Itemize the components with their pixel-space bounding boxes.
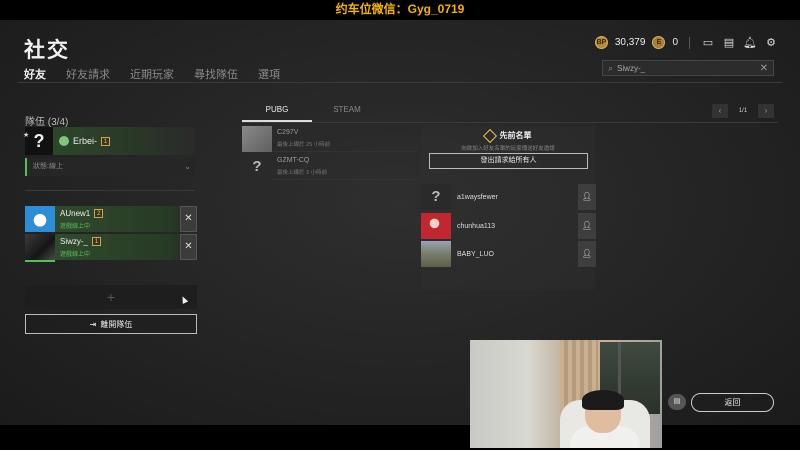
player-name: BABY_LUO: [457, 250, 494, 258]
status-dropdown[interactable]: 狀態:線上 ⌄: [25, 158, 195, 176]
party-title: 隊伍 (3/4): [25, 117, 69, 128]
add-friend-button[interactable]: 👤︎: [578, 241, 596, 267]
bp-coin-icon: BP: [594, 36, 608, 49]
previous-player-row[interactable]: ? a1waysfewer 👤︎: [421, 184, 596, 210]
prev-page-button[interactable]: ‹: [712, 104, 728, 118]
member-name: Siwzy-_: [60, 237, 89, 246]
news-icon[interactable]: ▤: [722, 37, 736, 49]
tab-friend-requests[interactable]: 好友請求: [66, 66, 110, 86]
e-amount: 0: [672, 37, 678, 48]
player-avatar: ?: [421, 184, 451, 210]
tab-steam[interactable]: STEAM: [312, 105, 382, 122]
party-member[interactable]: Siwzy-_ 1 遊戲線上中: [25, 234, 197, 260]
leader-avatar: ★ ?: [23, 127, 53, 155]
selection-indicator: [25, 260, 55, 262]
letterbox-bottom: [0, 425, 800, 450]
page-indicator: 1/1: [738, 108, 748, 114]
level-badge: 2: [94, 209, 104, 218]
panel-title: 先前名單: [499, 131, 532, 140]
member-status: 遊戲線上中: [60, 224, 91, 230]
panel-description: 向欲加入好友名單的玩家傳送好友邀請: [461, 146, 555, 152]
tab-bar: 好友 好友請求 近期玩家 尋找隊伍 選項: [24, 66, 300, 86]
party-member[interactable]: AUnew1 2 遊戲線上中: [25, 206, 197, 232]
search-box[interactable]: ⌕ ✕: [602, 60, 774, 76]
divider: [689, 36, 690, 49]
status-label: 狀態:線上: [33, 163, 63, 170]
friend-last-online: 最後上線於 25 小時前: [277, 142, 331, 148]
platform-tabs: PUBG STEAM: [242, 105, 382, 122]
clear-search-icon[interactable]: ✕: [760, 63, 768, 74]
search-input[interactable]: [617, 63, 760, 73]
send-request-all-button[interactable]: 發出請求給所有人: [429, 153, 588, 169]
member-status: 遊戲線上中: [60, 252, 91, 258]
friend-avatar: [242, 126, 272, 152]
friend-name: C297V: [277, 129, 299, 136]
add-friend-button[interactable]: 👤︎: [578, 184, 596, 210]
stream-banner: 约车位微信：Gyg_0719: [0, 0, 800, 20]
webcam-person-hair: [582, 390, 624, 410]
next-page-button[interactable]: ›: [758, 104, 774, 118]
pager: ‹ 1/1 ›: [712, 104, 774, 118]
player-avatar: [421, 241, 451, 267]
settings-gear-icon[interactable]: ⚙: [764, 37, 778, 49]
store-icon[interactable]: ▭: [701, 37, 715, 49]
leave-party-button[interactable]: ⇥ 離開隊伍: [25, 314, 197, 334]
exit-icon: ⇥: [89, 319, 97, 329]
member-avatar: [25, 206, 55, 232]
friend-row[interactable]: C297V 最後上線於 25 小時前: [242, 126, 417, 152]
chevron-down-icon: ⌄: [184, 162, 191, 171]
level-badge: 1: [92, 237, 102, 246]
warning-icon: [482, 128, 497, 143]
tab-friends[interactable]: 好友: [24, 66, 46, 86]
previous-player-row[interactable]: BABY_LUO 👤︎: [421, 241, 596, 267]
currency-bar: BP 30,379 E 0 ▭ ▤ 🔔︎ ⚙: [594, 36, 778, 49]
social-screen: 社交 好友 好友請求 近期玩家 尋找隊伍 選項 BP 30,379 E 0 ▭ …: [0, 20, 800, 425]
chat-icon[interactable]: ▤: [668, 394, 686, 410]
steam-icon: [59, 136, 69, 146]
divider: [242, 122, 778, 123]
bp-amount: 30,379: [614, 37, 646, 48]
friend-avatar: ?: [242, 154, 272, 180]
friend-last-online: 最後上線於 3 小時前: [277, 170, 328, 176]
add-friend-button[interactable]: 👤︎: [578, 213, 596, 239]
add-member-slot[interactable]: +: [25, 285, 197, 309]
leader-name: Erbei-: [73, 136, 98, 146]
divider: [25, 190, 195, 191]
notification-bell-icon[interactable]: 🔔︎: [743, 37, 757, 49]
party-leader-card[interactable]: ★ ? Erbei- 1: [23, 127, 195, 155]
webcam-overlay: [470, 340, 662, 448]
tab-options[interactable]: 選項: [258, 66, 280, 86]
kick-member-button[interactable]: ✕: [180, 234, 197, 260]
page-title: 社交: [24, 39, 70, 62]
friend-name: GZMT-CQ: [277, 157, 310, 164]
player-name: chunhua113: [457, 222, 496, 230]
tab-find-team[interactable]: 尋找隊伍: [194, 66, 238, 86]
previous-player-row[interactable]: chunhua113 👤︎: [421, 213, 596, 239]
e-coin-icon: E: [652, 36, 666, 49]
friend-row[interactable]: ? GZMT-CQ 最後上線於 3 小時前: [242, 154, 417, 180]
level-badge: 1: [101, 136, 111, 146]
search-icon: ⌕: [608, 62, 614, 73]
leader-star-icon: ★: [23, 132, 30, 139]
member-avatar: [25, 234, 55, 260]
back-button[interactable]: 返回: [691, 393, 774, 412]
member-name: AUnew1: [60, 209, 91, 218]
player-avatar: [421, 213, 451, 239]
tabs-divider: [18, 82, 782, 83]
player-name: a1waysfewer: [457, 193, 498, 201]
kick-member-button[interactable]: ✕: [180, 206, 197, 232]
tab-pubg[interactable]: PUBG: [242, 105, 312, 122]
tab-recent-players[interactable]: 近期玩家: [130, 66, 174, 86]
